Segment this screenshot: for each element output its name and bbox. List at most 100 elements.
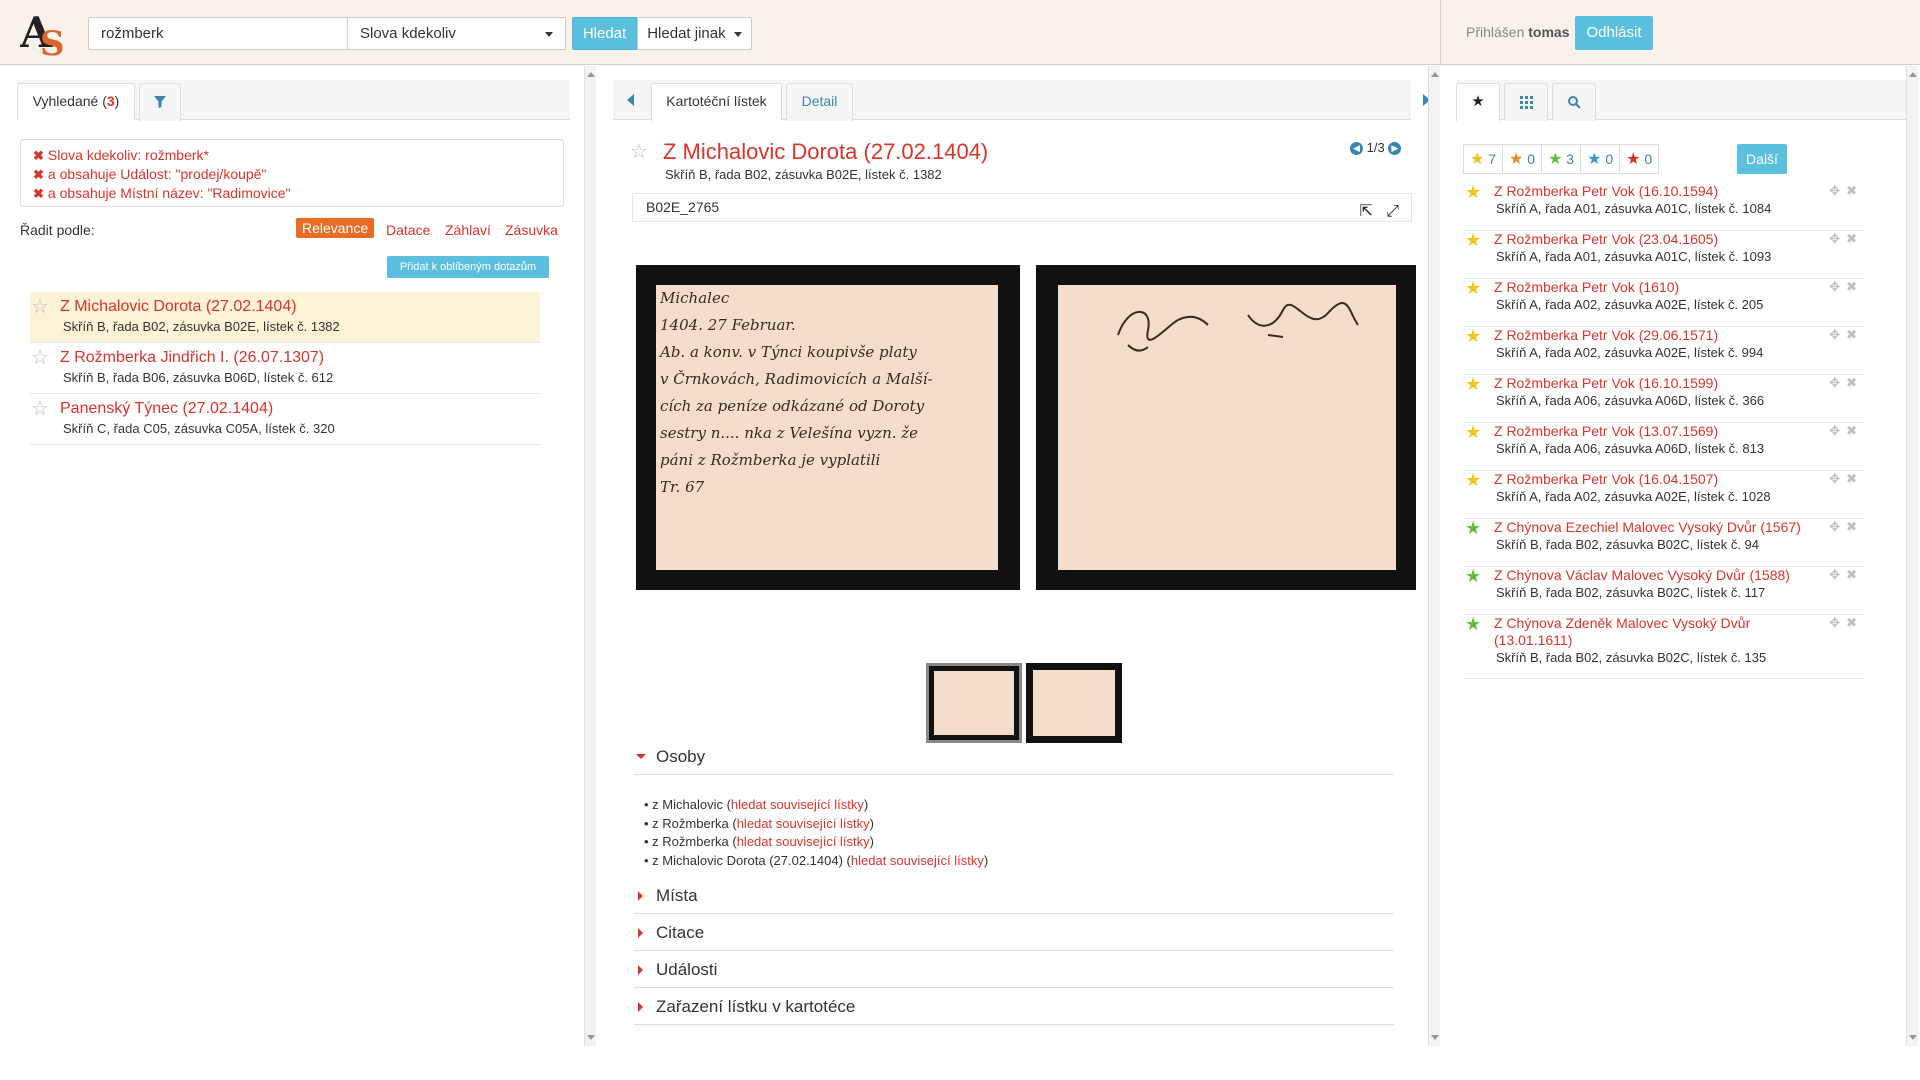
sort-zahlavi[interactable]: Záhlaví bbox=[445, 222, 491, 238]
star-outline-icon[interactable]: ☆ bbox=[31, 399, 49, 419]
result-item[interactable]: ☆ Panenský Týnec (27.02.1404) Skříň C, ř… bbox=[30, 394, 540, 445]
tab-search[interactable] bbox=[1552, 83, 1596, 121]
remove-icon[interactable]: ✖ bbox=[1846, 327, 1863, 342]
related-link[interactable]: hledat související lístky bbox=[737, 816, 870, 831]
favorite-title[interactable]: Z Rožmberka Petr Vok (23.04.1605) bbox=[1494, 231, 1824, 248]
prev-circle-icon[interactable]: ◀ bbox=[1350, 142, 1363, 156]
remove-icon[interactable]: ✖ bbox=[1846, 471, 1863, 486]
favorite-title[interactable]: Z Rožmberka Petr Vok (13.07.1569) bbox=[1494, 423, 1824, 440]
favorite-title[interactable]: Z Rožmberka Petr Vok (16.10.1599) bbox=[1494, 375, 1824, 392]
related-link[interactable]: hledat související lístky bbox=[851, 853, 984, 868]
favorite-item[interactable]: ★ Z Rožmberka Petr Vok (16.10.1599) Skříň … bbox=[1463, 375, 1863, 423]
star-icon[interactable]: ★ bbox=[1465, 471, 1481, 489]
favorite-title[interactable]: Z Rožmberka Petr Vok (16.04.1507) bbox=[1494, 471, 1824, 488]
move-icon[interactable]: ✥ bbox=[1829, 327, 1846, 342]
card-back-image[interactable] bbox=[1036, 265, 1416, 590]
result-title[interactable]: Z Michalovic Dorota (27.02.1404) bbox=[60, 298, 297, 316]
move-icon[interactable]: ✥ bbox=[1829, 519, 1846, 534]
remove-icon[interactable]: ✖ bbox=[1846, 567, 1863, 582]
star-count-green[interactable]: ★ 3 bbox=[1541, 144, 1582, 174]
star-icon[interactable]: ★ bbox=[1465, 327, 1481, 345]
related-link[interactable]: hledat související lístky bbox=[737, 834, 870, 849]
favorite-item[interactable]: ★ Z Chýnova Ezechiel Malovec Vysoký Dvůr … bbox=[1463, 519, 1863, 567]
move-icon[interactable]: ✥ bbox=[1829, 279, 1846, 294]
card-front-image[interactable]: Michalec 1404. 27 Februar. Ab. a konv. v… bbox=[636, 265, 1020, 590]
star-count-red[interactable]: ★ 0 bbox=[1619, 144, 1660, 174]
next-circle-icon[interactable]: ▶ bbox=[1388, 142, 1402, 156]
search-else-dropdown[interactable]: Hledat jinak bbox=[637, 17, 752, 50]
favorite-title[interactable]: Z Chýnova Ezechiel Malovec Vysoký Dvůr (… bbox=[1494, 519, 1824, 536]
star-icon[interactable]: ★ bbox=[1465, 183, 1481, 201]
scroll-down-icon[interactable] bbox=[1909, 1035, 1917, 1040]
favorite-title[interactable]: Z Chýnova Zdeněk Malovec Vysoký Dvůr (13… bbox=[1494, 615, 1824, 649]
move-icon[interactable]: ✥ bbox=[1829, 375, 1846, 390]
related-link[interactable]: hledat související lístky bbox=[731, 797, 864, 812]
fullscreen-icon[interactable]: ⤢ bbox=[1386, 203, 1399, 220]
filter-item[interactable]: ✖ Slova kdekoliv: rožmberk* bbox=[33, 146, 551, 165]
move-icon[interactable]: ✥ bbox=[1829, 615, 1846, 630]
search-input[interactable]: rožmberk bbox=[88, 17, 348, 50]
star-outline-icon[interactable]: ☆ bbox=[31, 297, 49, 317]
scroll-up-icon[interactable] bbox=[1431, 72, 1439, 77]
remove-icon[interactable]: ✖ bbox=[1846, 279, 1863, 294]
star-count-blue[interactable]: ★ 0 bbox=[1580, 144, 1621, 174]
remove-icon[interactable]: ✖ bbox=[1846, 375, 1863, 390]
star-outline-icon[interactable]: ☆ bbox=[31, 348, 49, 368]
section-udalosti[interactable]: Události bbox=[634, 952, 1394, 988]
thumbnail-back[interactable] bbox=[1026, 663, 1122, 743]
mid-scrollbar[interactable] bbox=[1428, 66, 1440, 1046]
move-icon[interactable]: ✥ bbox=[1829, 471, 1846, 486]
favorite-item[interactable]: ★ Z Rožmberka Petr Vok (13.07.1569) Skříň … bbox=[1463, 423, 1863, 471]
remove-icon[interactable]: ✖ bbox=[1846, 231, 1863, 246]
star-icon[interactable]: ★ bbox=[1465, 423, 1481, 441]
tab-favorites[interactable]: ★ bbox=[1456, 83, 1500, 121]
star-icon[interactable]: ★ bbox=[1465, 279, 1481, 297]
result-item[interactable]: ☆ Z Rožmberka Jindřich I. (26.07.1307) S… bbox=[30, 343, 540, 394]
section-osoby[interactable]: Osoby bbox=[634, 739, 1394, 775]
star-icon[interactable]: ★ bbox=[1465, 615, 1481, 633]
star-icon[interactable]: ★ bbox=[1465, 375, 1481, 393]
prev-arrow-icon[interactable] bbox=[627, 94, 634, 106]
favorite-item[interactable]: ★ Z Chýnova Václav Malovec Vysoký Dvůr (1… bbox=[1463, 567, 1863, 615]
remove-icon[interactable]: ✖ bbox=[1846, 615, 1863, 630]
remove-filter-icon[interactable]: ✖ bbox=[33, 166, 44, 184]
move-icon[interactable]: ✥ bbox=[1829, 231, 1846, 246]
filter-item[interactable]: ✖ a obsahuje Událost: "prodej/koupě" bbox=[33, 165, 551, 184]
star-icon[interactable]: ★ bbox=[1465, 567, 1481, 585]
remove-icon[interactable]: ✖ bbox=[1846, 519, 1863, 534]
sort-datace[interactable]: Datace bbox=[386, 222, 430, 238]
remove-icon[interactable]: ✖ bbox=[1846, 423, 1863, 438]
result-item[interactable]: ☆ Z Michalovic Dorota (27.02.1404) Skříň… bbox=[30, 292, 540, 343]
app-logo[interactable]: A S bbox=[20, 7, 72, 57]
thumbnail-front[interactable] bbox=[926, 663, 1022, 743]
star-count-yellow[interactable]: ★ 7 bbox=[1463, 144, 1504, 174]
favorite-item[interactable]: ★ Z Rožmberka Petr Vok (23.04.1605) Skříň … bbox=[1463, 231, 1863, 279]
favorite-title[interactable]: Z Rožmberka Petr Vok (29.06.1571) bbox=[1494, 327, 1824, 344]
favorite-item[interactable]: ★ Z Rožmberka Petr Vok (1610) Skříň A, řad… bbox=[1463, 279, 1863, 327]
more-button[interactable]: Další bbox=[1737, 144, 1787, 174]
filter-item[interactable]: ✖ a obsahuje Místní název: "Radimovice" bbox=[33, 184, 551, 203]
tab-found[interactable]: Vyhledané (3) bbox=[17, 83, 135, 121]
search-button[interactable]: Hledat bbox=[572, 17, 637, 50]
result-title[interactable]: Panenský Týnec (27.02.1404) bbox=[60, 400, 273, 418]
scroll-down-icon[interactable] bbox=[1431, 1035, 1439, 1040]
favorite-item[interactable]: ★ Z Rožmberka Petr Vok (29.06.1571) Skříň … bbox=[1463, 327, 1863, 375]
star-icon[interactable]: ★ bbox=[1465, 231, 1481, 249]
search-scope-select[interactable]: Slova kdekoliv bbox=[348, 17, 566, 50]
move-icon[interactable]: ✥ bbox=[1829, 567, 1846, 582]
move-icon[interactable]: ✥ bbox=[1829, 183, 1846, 198]
tab-grid[interactable] bbox=[1504, 83, 1548, 121]
move-icon[interactable]: ✥ bbox=[1829, 423, 1846, 438]
favorite-item[interactable]: ★ Z Rožmberka Petr Vok (16.04.1507) Skříň … bbox=[1463, 471, 1863, 519]
tab-detail[interactable]: Detail bbox=[786, 83, 853, 121]
remove-filter-icon[interactable]: ✖ bbox=[33, 185, 44, 203]
right-scrollbar[interactable] bbox=[1906, 66, 1918, 1046]
star-outline-icon[interactable]: ☆ bbox=[630, 142, 648, 162]
star-count-orange[interactable]: ★ 0 bbox=[1502, 144, 1543, 174]
tab-filter[interactable] bbox=[139, 83, 181, 121]
sort-relevance[interactable]: Relevance bbox=[296, 218, 375, 238]
remove-icon[interactable]: ✖ bbox=[1846, 183, 1863, 198]
section-zarazeni[interactable]: Zařazení lístku v kartotéce bbox=[634, 989, 1394, 1025]
result-title[interactable]: Z Rožmberka Jindřich I. (26.07.1307) bbox=[60, 349, 324, 367]
add-favorite-query-button[interactable]: Přidat k oblíbeným dotazům bbox=[387, 256, 549, 278]
